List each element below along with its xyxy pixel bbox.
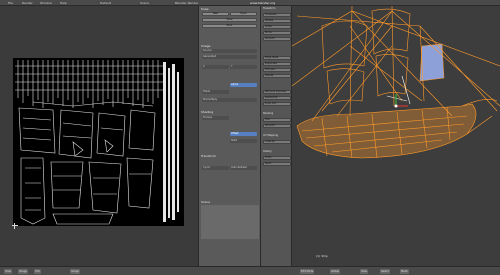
extrude-button[interactable]: Extrude — [263, 68, 291, 72]
offset-field[interactable]: Offset — [230, 132, 257, 136]
pivot-selector[interactable]: Global — [330, 269, 340, 274]
screen-selector[interactable]: Default — [100, 1, 111, 5]
scale-button[interactable]: Scale — [263, 25, 291, 29]
cyclic-option[interactable]: Cyclic — [202, 166, 229, 170]
image-selector[interactable]: Image — [70, 269, 80, 274]
alpha-option[interactable]: Alpha — [230, 83, 257, 87]
pack-image-button[interactable]: Pack — [202, 24, 257, 28]
editor-headers: View Image UVs Image Edit Mode Global Vi… — [0, 266, 500, 275]
image-menu[interactable]: Image — [18, 269, 28, 274]
panel-header-snap[interactable]: Snap — [201, 7, 259, 11]
subdivide-button[interactable]: Subdivide — [263, 96, 291, 100]
menu-file[interactable]: File — [8, 1, 13, 5]
duplicate-button[interactable]: Duplicate — [263, 62, 291, 66]
translate-button[interactable]: Translate — [263, 13, 291, 17]
source-field[interactable]: Source — [202, 49, 257, 53]
shade-smooth-button[interactable]: Smooth — [263, 124, 291, 128]
shade-flat-button[interactable]: Flat — [263, 118, 291, 122]
uv-canvas[interactable] — [13, 58, 184, 226]
app-title: www.blender.org — [250, 1, 276, 5]
ship-wireframe-mesh — [292, 6, 500, 159]
open-image-button[interactable]: Open — [230, 12, 257, 16]
panel-header-transform[interactable]: Transform — [201, 154, 259, 158]
menu-help[interactable]: Help — [60, 1, 67, 5]
new-image-button[interactable]: New — [202, 12, 229, 16]
3d-viewport[interactable]: (1) Ship — [292, 6, 500, 266]
uvs-menu[interactable]: UVs — [34, 269, 41, 274]
shelf-header-transform[interactable]: Transform — [263, 7, 291, 10]
panel-header-scene[interactable]: Scene — [201, 200, 259, 204]
shelf-header-uv-mapping[interactable]: UV Mapping — [263, 134, 291, 137]
premultiply-option[interactable]: Premultiply — [202, 98, 257, 102]
undo-button[interactable]: Undo — [263, 156, 291, 160]
view-menu[interactable]: View — [4, 269, 12, 274]
save-image-button[interactable]: Save — [202, 18, 257, 22]
redo-button[interactable]: Redo — [263, 162, 291, 166]
generated-field[interactable]: Generated — [202, 55, 257, 59]
uv-properties-panel: Snap New Open Save Pack Image Source Gen… — [198, 6, 260, 266]
scene-section — [201, 205, 259, 239]
smooth-button[interactable]: Smooth — [263, 37, 291, 41]
rotate-button[interactable]: Rotate — [263, 19, 291, 23]
x-field[interactable]: X — [202, 65, 229, 69]
mesh-menu[interactable]: Mesh — [400, 269, 409, 274]
edge-slide-button[interactable]: Edge Slide — [263, 56, 291, 60]
auto-refresh-option[interactable]: Auto Refresh — [230, 166, 257, 170]
2d-cursor-icon[interactable] — [12, 223, 18, 229]
start-field[interactable]: Start — [230, 139, 257, 143]
scene-selector[interactable]: Scene — [140, 1, 149, 5]
menu-window[interactable]: Window — [40, 1, 52, 5]
mirror-button[interactable]: Mirror — [263, 31, 291, 35]
viewport-object-label: (1) Ship — [316, 254, 328, 258]
viewport-view-menu[interactable]: View — [360, 269, 368, 274]
frames-field[interactable]: Frames — [202, 116, 229, 120]
uv-image-editor[interactable] — [0, 6, 198, 266]
loop-cut-button[interactable]: Loop Cut — [263, 102, 291, 106]
shelf-header-history[interactable]: History — [263, 150, 291, 153]
render-engine-selector[interactable]: Blender Render — [175, 1, 198, 5]
tool-shelf: Transform Translate Rotate Scale Mirror … — [260, 6, 292, 266]
y-field[interactable]: Y — [230, 65, 257, 69]
panel-header-shading[interactable]: Shading — [201, 110, 259, 114]
delete-button[interactable]: Delete — [263, 74, 291, 78]
shelf-header-shading[interactable]: Shading — [263, 112, 291, 115]
mode-selector[interactable]: Edit Mode — [300, 269, 315, 274]
unwrap-button[interactable]: Unwrap — [263, 140, 291, 144]
viewport-select-menu[interactable]: Select — [380, 269, 390, 274]
uv-layout-wireframe — [15, 60, 179, 225]
fields-option[interactable]: Fields — [202, 90, 229, 94]
menu-render[interactable]: Render — [22, 1, 33, 5]
remove-doubles-button[interactable]: Remove Doubles — [263, 90, 291, 94]
panel-header-image[interactable]: Image — [201, 44, 259, 48]
